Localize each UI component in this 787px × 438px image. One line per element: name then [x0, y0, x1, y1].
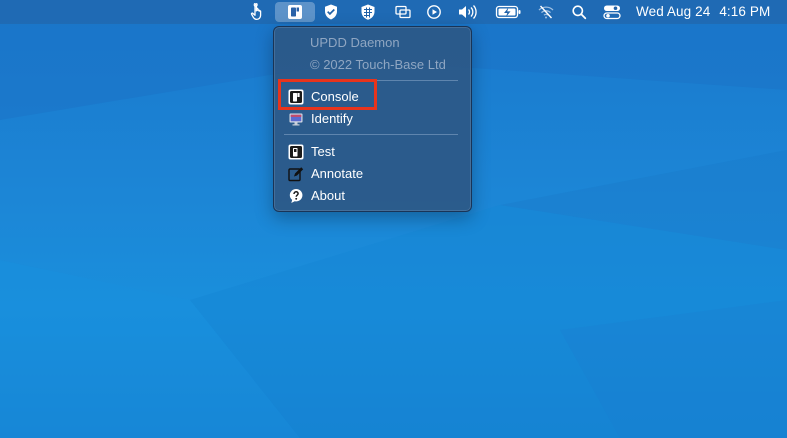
play-circle-icon[interactable] — [423, 2, 445, 22]
menu-bar-clock[interactable]: Wed Aug 24 4:16 PM — [636, 4, 770, 19]
menu-item-test[interactable]: Test — [280, 141, 464, 162]
menu-header-title: UPDD Daemon — [310, 35, 400, 50]
identify-monitor-icon — [288, 111, 304, 127]
volume-icon[interactable] — [455, 2, 481, 22]
menu-item-annotate[interactable]: Annotate — [280, 163, 464, 184]
battery-charging-icon[interactable] — [494, 2, 524, 22]
shield-grid-icon[interactable] — [357, 2, 379, 22]
menu-item-console[interactable]: Console — [280, 86, 464, 107]
menu-bar: Wed Aug 24 4:16 PM — [0, 0, 787, 24]
touch-hand-icon[interactable] — [246, 2, 268, 22]
control-center-icon[interactable] — [601, 2, 623, 22]
annotate-pencil-icon — [288, 166, 304, 182]
menu-item-label: About — [311, 188, 345, 203]
display-mirror-icon[interactable] — [392, 2, 414, 22]
menu-header-copyright: © 2022 Touch-Base Ltd — [310, 57, 446, 72]
desktop: Wed Aug 24 4:16 PM UPDD Daemon © 2022 Tou… — [0, 0, 787, 438]
about-question-icon — [288, 188, 304, 204]
clock-date: Wed Aug 24 — [636, 4, 711, 19]
updd-daemon-menu: UPDD Daemon © 2022 Touch-Base Ltd Consol… — [273, 26, 472, 212]
menu-item-label: Test — [311, 144, 335, 159]
menu-item-label: Annotate — [311, 166, 364, 181]
menu-separator — [284, 80, 458, 81]
updd-icon[interactable] — [275, 2, 315, 22]
console-icon — [288, 89, 304, 105]
clock-time: 4:16 PM — [719, 4, 771, 19]
menu-separator — [284, 134, 458, 135]
wifi-off-icon[interactable] — [535, 2, 557, 22]
test-icon — [288, 144, 304, 160]
menu-item-label: Identify — [311, 111, 353, 126]
search-icon[interactable] — [568, 2, 590, 22]
menu-item-label: Console — [311, 89, 359, 104]
shield-check-icon[interactable] — [320, 2, 342, 22]
menu-item-identify[interactable]: Identify — [280, 108, 464, 129]
menu-item-about[interactable]: About — [280, 185, 464, 206]
